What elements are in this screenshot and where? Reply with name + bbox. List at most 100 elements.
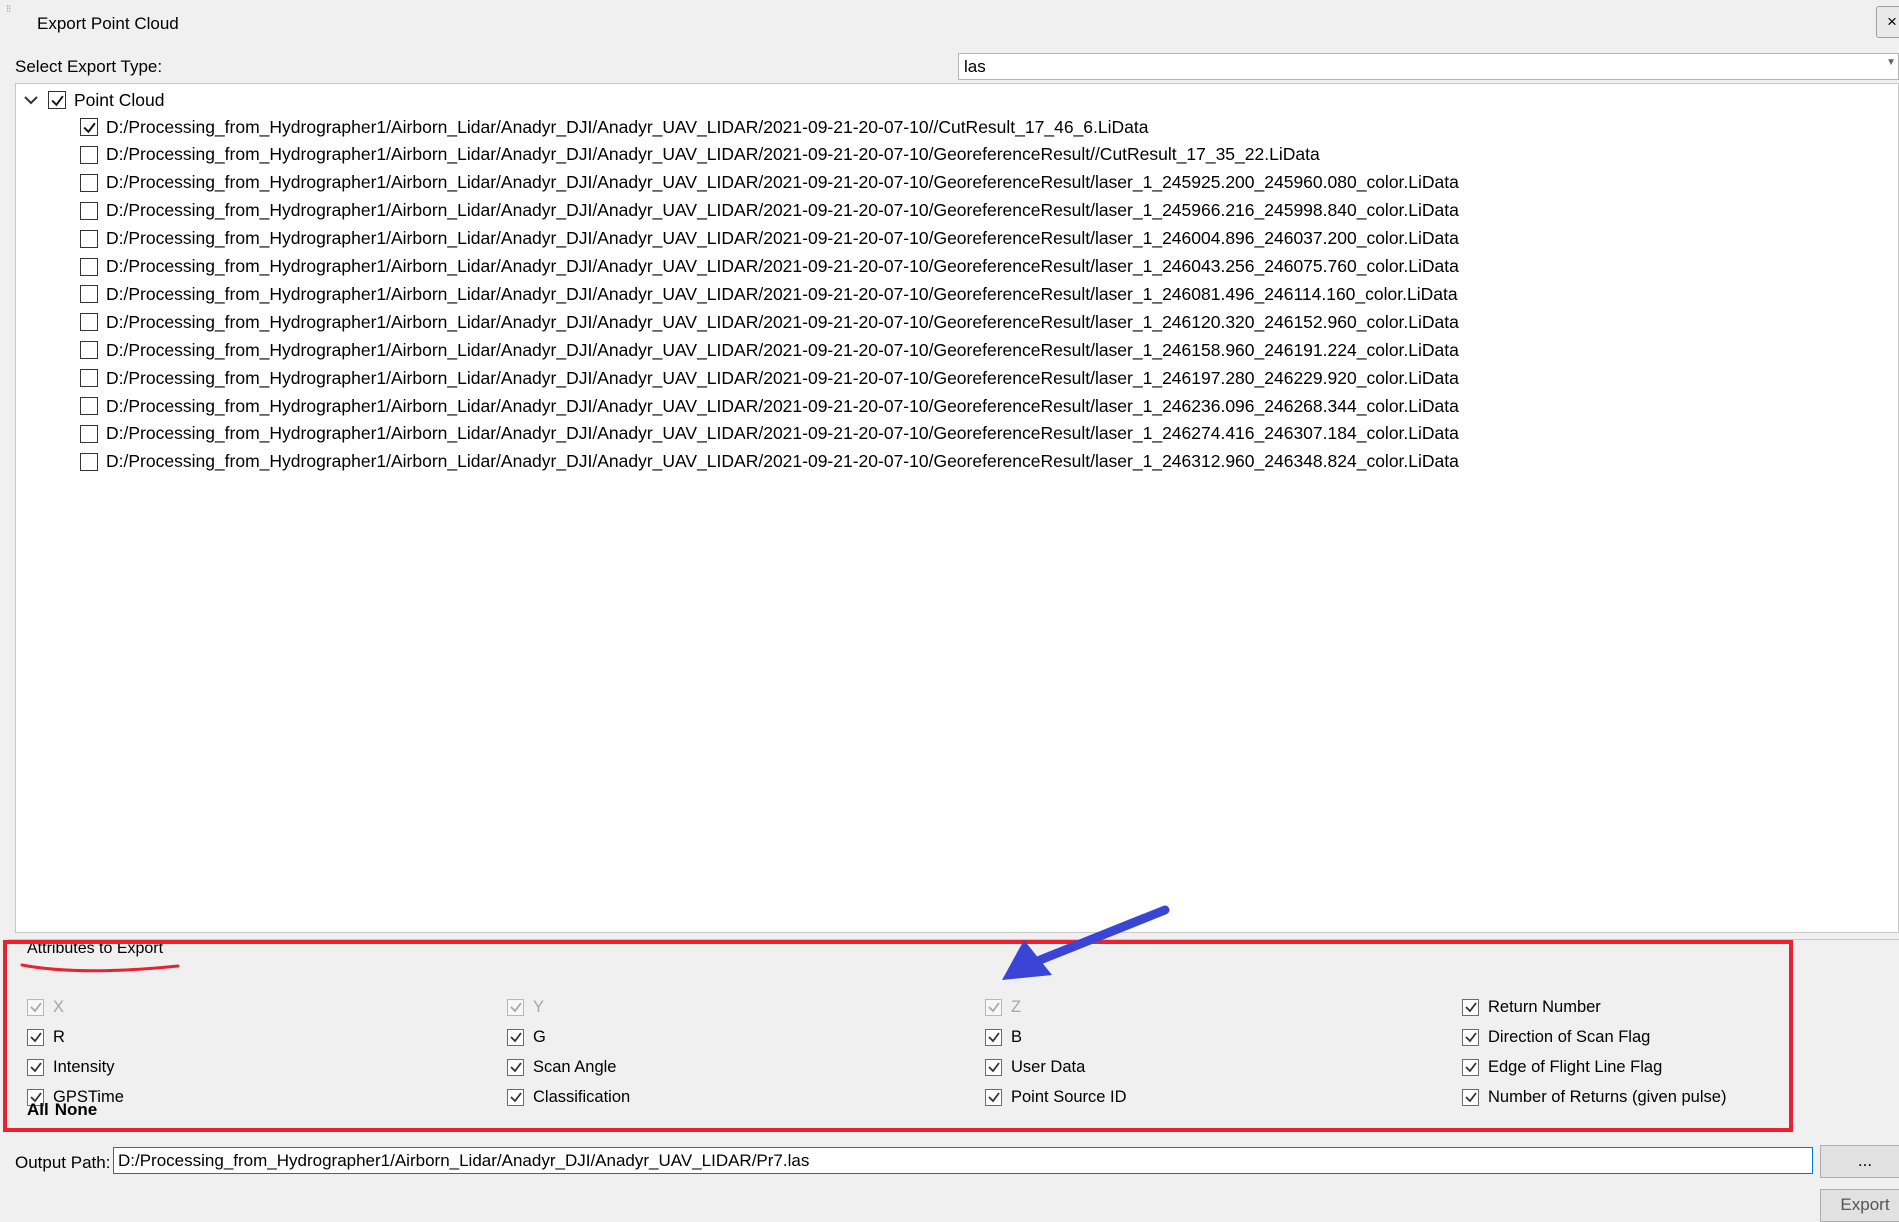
checkmark-icon [29, 1002, 42, 1013]
tree-item-checkbox[interactable] [80, 173, 98, 192]
select-all-link[interactable]: All [27, 1100, 49, 1120]
tree-item-checkbox[interactable] [80, 313, 98, 332]
tree-item-checkbox[interactable] [80, 424, 98, 443]
tree-item[interactable]: D:/Processing_from_Hydrographer1/Airborn… [80, 421, 1459, 447]
close-button[interactable]: × [1876, 6, 1899, 38]
export-type-select[interactable]: las ▼ [958, 53, 1899, 80]
checkmark-icon [1464, 1032, 1477, 1043]
all-none-links: All None [27, 1100, 97, 1120]
tree-item-checkbox[interactable] [80, 201, 98, 220]
attribute-checkbox[interactable] [1462, 1028, 1479, 1046]
attribute-checkbox-item[interactable]: Scan Angle [507, 1055, 616, 1079]
attribute-checkbox-item[interactable]: R [27, 1025, 65, 1049]
attribute-checkbox[interactable] [985, 1058, 1002, 1076]
attribute-checkbox[interactable] [1462, 1058, 1479, 1076]
tree-item[interactable]: D:/Processing_from_Hydrographer1/Airborn… [80, 114, 1148, 140]
tree-item-label: D:/Processing_from_Hydrographer1/Airborn… [106, 451, 1459, 472]
tree-item-label: D:/Processing_from_Hydrographer1/Airborn… [106, 423, 1459, 444]
dropdown-arrow-icon: ▼ [1886, 57, 1896, 68]
attribute-label: Z [1011, 997, 1022, 1016]
attribute-checkbox[interactable] [507, 1058, 524, 1076]
tree-item[interactable]: D:/Processing_from_Hydrographer1/Airborn… [80, 309, 1459, 335]
tree-item[interactable]: D:/Processing_from_Hydrographer1/Airborn… [80, 393, 1459, 419]
attribute-checkbox-item[interactable]: Number of Returns (given pulse) [1462, 1085, 1726, 1109]
tree-item-checkbox[interactable] [80, 341, 98, 360]
export-type-value: las [964, 57, 986, 76]
tree-item-label: D:/Processing_from_Hydrographer1/Airborn… [106, 367, 1459, 388]
checkmark-icon [50, 95, 64, 106]
checkmark-icon [1464, 1092, 1477, 1103]
attribute-label: User Data [1011, 1057, 1086, 1076]
checkmark-icon [509, 1032, 522, 1043]
attribute-label: Intensity [53, 1057, 115, 1076]
tree-item[interactable]: D:/Processing_from_Hydrographer1/Airborn… [80, 281, 1458, 307]
output-path-label: Output Path: [15, 1153, 111, 1172]
checkmark-icon [509, 1062, 522, 1073]
point-cloud-tree[interactable]: Point Cloud D:/Processing_from_Hydrograp… [15, 83, 1899, 933]
attribute-checkbox-item: Z [985, 995, 1021, 1019]
output-path-input[interactable]: D:/Processing_from_Hydrographer1/Airborn… [113, 1147, 1813, 1174]
window-title: Export Point Cloud [37, 14, 179, 33]
attribute-checkbox[interactable] [1462, 1088, 1479, 1106]
drag-grip-icon[interactable]: ⁝⁝ [6, 4, 11, 15]
tree-item-checkbox[interactable] [80, 285, 98, 304]
tree-item-label: D:/Processing_from_Hydrographer1/Airborn… [106, 172, 1459, 193]
attribute-label: Edge of Flight Line Flag [1488, 1057, 1663, 1076]
tree-item-checkbox[interactable] [80, 145, 98, 164]
checkmark-icon [509, 1002, 522, 1013]
attribute-checkbox-item[interactable]: Intensity [27, 1055, 114, 1079]
tree-item-checkbox[interactable] [80, 229, 98, 248]
select-none-link[interactable]: None [55, 1100, 98, 1120]
tree-item-label: D:/Processing_from_Hydrographer1/Airborn… [106, 395, 1459, 416]
attribute-checkbox-item[interactable]: Classification [507, 1085, 630, 1109]
tree-item[interactable]: D:/Processing_from_Hydrographer1/Airborn… [80, 142, 1320, 168]
attribute-checkbox[interactable] [507, 1088, 524, 1106]
attribute-label: X [53, 997, 65, 1016]
browse-button[interactable]: ... [1820, 1145, 1899, 1178]
attribute-checkbox-item[interactable]: Edge of Flight Line Flag [1462, 1055, 1662, 1079]
tree-item-label: D:/Processing_from_Hydrographer1/Airborn… [106, 228, 1459, 249]
export-button[interactable]: Export [1820, 1189, 1899, 1222]
attribute-checkbox [985, 998, 1002, 1016]
attribute-checkbox[interactable] [1462, 998, 1479, 1016]
attribute-checkbox[interactable] [507, 1028, 524, 1046]
tree-root[interactable]: Point Cloud [22, 87, 164, 113]
attribute-label: Classification [533, 1087, 631, 1106]
attribute-checkbox[interactable] [985, 1088, 1002, 1106]
attribute-checkbox-item[interactable]: G [507, 1025, 546, 1049]
checkmark-icon [82, 122, 96, 133]
attribute-checkbox[interactable] [27, 1028, 44, 1046]
attributes-legend: Attributes to Export [25, 940, 166, 958]
attribute-checkbox[interactable] [985, 1028, 1002, 1046]
tree-root-checkbox[interactable] [48, 91, 66, 109]
tree-item-label: D:/Processing_from_Hydrographer1/Airborn… [106, 283, 1458, 304]
tree-item[interactable]: D:/Processing_from_Hydrographer1/Airborn… [80, 254, 1459, 280]
attribute-checkbox[interactable] [27, 1058, 44, 1076]
tree-item-checkbox[interactable] [80, 397, 98, 415]
checkmark-icon [987, 1002, 1000, 1013]
chevron-down-icon[interactable] [22, 91, 40, 109]
tree-item[interactable]: D:/Processing_from_Hydrographer1/Airborn… [80, 198, 1459, 224]
tree-item[interactable]: D:/Processing_from_Hydrographer1/Airborn… [80, 449, 1459, 475]
tree-item[interactable]: D:/Processing_from_Hydrographer1/Airborn… [80, 365, 1459, 391]
checkmark-icon [1464, 1002, 1477, 1013]
tree-item[interactable]: D:/Processing_from_Hydrographer1/Airborn… [80, 337, 1459, 363]
checkmark-icon [987, 1032, 1000, 1043]
attribute-checkbox-item: X [27, 995, 64, 1019]
attribute-label: G [533, 1027, 546, 1046]
tree-item[interactable]: D:/Processing_from_Hydrographer1/Airborn… [80, 226, 1459, 252]
tree-item-checkbox[interactable] [80, 257, 98, 276]
tree-item-checkbox[interactable] [80, 452, 98, 471]
attribute-checkbox-item[interactable]: B [985, 1025, 1022, 1049]
tree-item-label: D:/Processing_from_Hydrographer1/Airborn… [106, 200, 1459, 221]
tree-item-checkbox[interactable] [80, 118, 98, 136]
attribute-label: Return Number [1488, 997, 1601, 1016]
attribute-label: Scan Angle [533, 1057, 617, 1076]
tree-item-checkbox[interactable] [80, 369, 98, 388]
attribute-label: Point Source ID [1011, 1087, 1127, 1106]
attribute-checkbox-item[interactable]: Return Number [1462, 995, 1601, 1019]
attribute-checkbox-item[interactable]: Direction of Scan Flag [1462, 1025, 1650, 1049]
attribute-checkbox-item[interactable]: Point Source ID [985, 1085, 1127, 1109]
attribute-checkbox-item[interactable]: User Data [985, 1055, 1085, 1079]
tree-item[interactable]: D:/Processing_from_Hydrographer1/Airborn… [80, 170, 1459, 196]
